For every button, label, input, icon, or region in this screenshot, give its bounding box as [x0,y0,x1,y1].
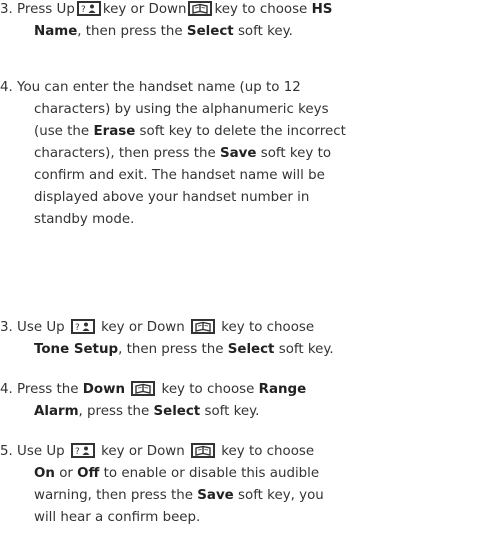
step-4-line-5: confirm and exit. The handset name will … [34,168,325,183]
step-5-line-2: On or Off to enable or disable this audi… [34,466,320,481]
up-key-icon: ? [70,319,95,334]
step-3b-line-1: 3. Use Up ? key or Down key to choose [0,319,315,335]
step-4b-line-2: Alarm, press the Select soft key. [34,404,260,419]
step-4-line-2: characters) by using the alphanumeric ke… [34,102,329,117]
step-4-line-3: (use the Erase soft key to delete the in… [34,124,346,139]
down-key-icon [131,381,156,396]
down-key-icon [191,319,216,334]
step-5-line-1: 5. Use Up ? key or Down key to choose [0,443,315,459]
svg-text:?: ? [81,5,86,14]
step-3b-line-2: Tone Setup, then press the Select soft k… [34,342,334,357]
svg-text:?: ? [75,447,80,456]
svg-text:?: ? [75,323,80,332]
step-4-line-6: displayed above your handset number in [34,190,310,205]
up-key-icon: ? [76,1,101,16]
step-4-line-1: 4. You can enter the handset name (up to… [0,80,301,95]
up-key-icon: ? [70,443,95,458]
step-4-line-7: standby mode. [34,212,135,227]
step-5-line-4: will hear a confirm beep. [34,510,201,525]
step-5-line-3: warning, then press the Save soft key, y… [34,488,324,503]
down-key-icon [191,443,216,458]
step-3-line-2: Name, then press the Select soft key. [34,24,293,39]
step-4b-line-1: 4. Press the Down key to choose Range [0,381,307,397]
step-4-line-4: characters), then press the Save soft ke… [34,146,332,161]
step-3-line-1: 3. Press Up? key or Down key to choose HS [0,1,333,17]
down-key-icon [188,1,213,16]
